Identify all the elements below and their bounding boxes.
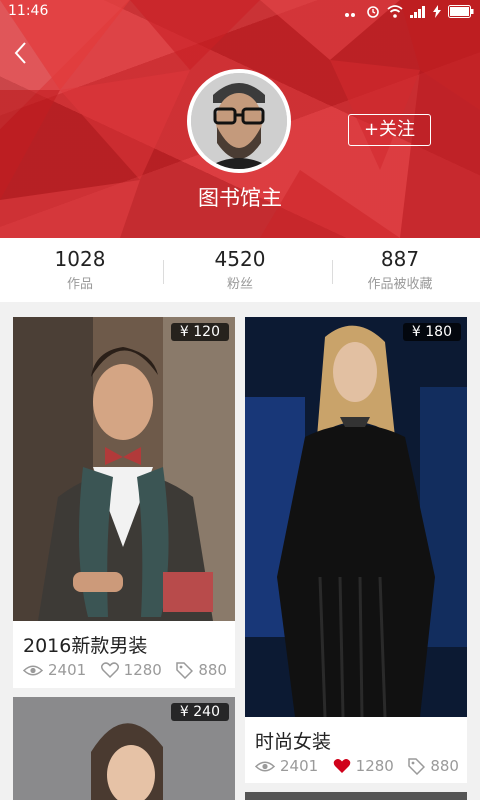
product-image [245, 317, 467, 717]
follow-button[interactable]: +关注 [348, 114, 431, 146]
product-title: 2016新款男装 [23, 635, 148, 657]
product-title: 时尚女装 [255, 731, 332, 753]
likes-stat[interactable]: 1280 [100, 661, 162, 679]
product-meta: 2401 1280 880 [255, 757, 459, 775]
tag-icon [408, 757, 426, 775]
likes-count: 1280 [123, 661, 162, 679]
views-stat: 2401 [23, 661, 86, 679]
stats-bar: 1028 作品 4520 粉丝 887 作品被收藏 [0, 238, 480, 302]
stat-value: 887 [380, 247, 420, 271]
eye-icon [255, 761, 275, 771]
tag-icon [176, 661, 194, 679]
battery-icon [448, 3, 474, 22]
tags-count: 880 [198, 661, 227, 679]
product-card[interactable] [245, 792, 467, 800]
stat-label: 粉丝 [226, 277, 253, 292]
stat-value: 4520 [214, 247, 266, 271]
views-count: 2401 [280, 757, 319, 775]
stat-value: 1028 [54, 247, 106, 271]
price-badge: ¥ 180 [402, 323, 461, 341]
heart-icon [333, 759, 350, 773]
dots-icon [345, 3, 359, 22]
likes-stat[interactable]: 1280 [333, 757, 394, 775]
stat-favorited[interactable]: 887 作品被收藏 [320, 238, 480, 302]
product-card[interactable]: ¥ 120 2016新款男装 2401 1280 880 [13, 317, 235, 688]
profile-header: 11:46 +关注 图书馆主 [0, 0, 480, 238]
back-button[interactable] [8, 38, 34, 68]
price-badge: ¥ 120 [170, 323, 229, 341]
product-card[interactable]: ¥ 240 [13, 697, 235, 800]
alarm-icon [366, 3, 380, 22]
eye-icon [23, 665, 43, 675]
tags-stat[interactable]: 880 [176, 661, 227, 679]
signal-icon [410, 3, 426, 22]
product-image [13, 317, 235, 621]
tags-stat[interactable]: 880 [408, 757, 459, 775]
status-time: 11:46 [8, 3, 49, 19]
likes-count: 1280 [355, 757, 394, 775]
heart-icon [100, 662, 119, 678]
stat-divider [163, 260, 164, 284]
stat-label: 作品被收藏 [367, 277, 433, 292]
profile-name: 图书馆主 [198, 186, 282, 210]
product-photo-menswear [13, 317, 235, 621]
product-photo-womenswear [245, 317, 467, 717]
stat-fans[interactable]: 4520 粉丝 [160, 238, 320, 302]
views-stat: 2401 [255, 757, 318, 775]
status-bar: 11:46 [0, 0, 480, 24]
product-card[interactable]: ¥ 180 时尚女装 2401 1280 880 [245, 317, 467, 783]
wifi-icon [387, 3, 403, 22]
back-arrow-icon [14, 42, 26, 64]
price-badge: ¥ 240 [170, 703, 229, 721]
product-meta: 2401 1280 880 [23, 661, 227, 679]
avatar[interactable] [187, 69, 291, 173]
stat-divider [332, 260, 333, 284]
charging-icon [433, 3, 441, 22]
tags-count: 880 [430, 757, 459, 775]
stat-label: 作品 [66, 277, 93, 292]
stat-works[interactable]: 1028 作品 [0, 238, 160, 302]
views-count: 2401 [48, 661, 87, 679]
avatar-image [191, 73, 287, 169]
